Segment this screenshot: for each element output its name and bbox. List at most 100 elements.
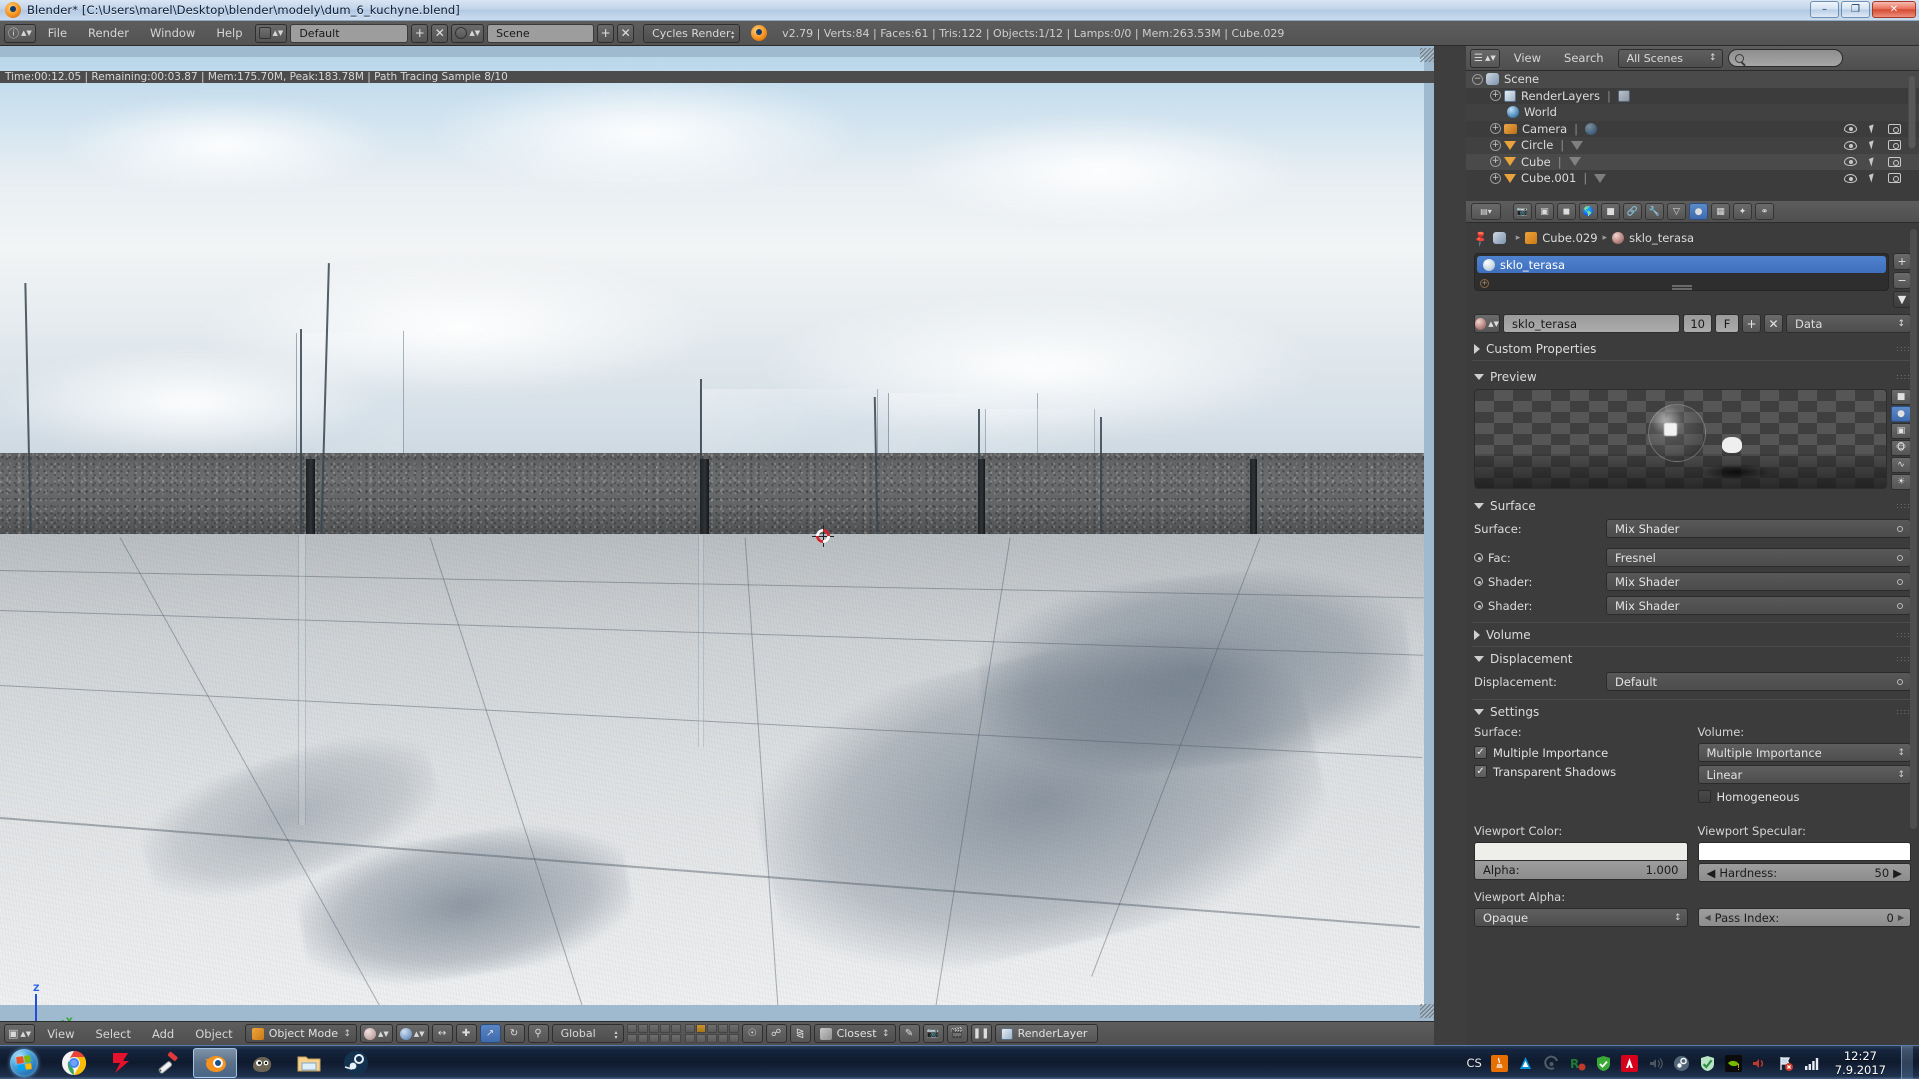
nvidia-icon[interactable]: ! [1724, 1054, 1742, 1072]
fac-dropdown[interactable]: Fresnel [1606, 548, 1911, 567]
shield-check-icon[interactable] [1699, 1055, 1716, 1072]
layer-block-right[interactable] [684, 1024, 739, 1043]
render-display-mode-icon[interactable]: ❚❚ [970, 1024, 992, 1043]
show-desktop-button[interactable] [1901, 1046, 1913, 1079]
cursor-select-icon[interactable] [1868, 173, 1877, 183]
transform-manipulator-toggle[interactable]: ✚ [455, 1024, 477, 1043]
expander-icon[interactable]: + [1490, 139, 1501, 151]
add-scene-button[interactable]: + [597, 23, 615, 43]
add-slot-icon[interactable]: + [1480, 279, 1489, 288]
new-material-button[interactable]: + [1742, 314, 1761, 333]
checkbox-transparent-shadows[interactable]: ✓ Transparent Shadows [1474, 762, 1688, 781]
screen-layout-browse-icon[interactable]: ▲▼ [254, 23, 288, 43]
tab-scene[interactable]: ◼ [1557, 203, 1576, 220]
outliner-row-scene[interactable]: − Scene [1466, 71, 1919, 88]
browse-material-button[interactable]: ▲▼ [1474, 314, 1500, 333]
minimize-button[interactable]: – [1810, 1, 1839, 18]
panel-grip-dots[interactable]: :::: [1896, 501, 1911, 510]
taskbar-explorer-icon[interactable] [287, 1048, 331, 1078]
snap-magnet-icon[interactable]: ⧎ [789, 1024, 811, 1043]
editor-type-selector-info[interactable]: ⓘ ▲▼ [4, 23, 36, 43]
preview-hair-button[interactable]: ∿ [1891, 457, 1911, 473]
tab-modifiers[interactable]: 🔧 [1645, 203, 1664, 220]
expander-icon[interactable]: + [1490, 123, 1501, 135]
outliner-row-renderlayers[interactable]: + RenderLayers | [1466, 88, 1919, 105]
outliner-row-toggles[interactable] [1844, 156, 1901, 167]
outliner-row-camera[interactable]: + Camera | [1466, 121, 1919, 138]
delete-scene-button[interactable]: ✕ [617, 23, 635, 43]
opengl-render-icon[interactable]: ✎ [898, 1024, 920, 1043]
menu-file[interactable]: File [39, 24, 76, 43]
outliner-menu-search[interactable]: Search [1555, 51, 1613, 65]
cursor-select-icon[interactable] [1868, 140, 1877, 150]
tab-object-data[interactable]: ▽ [1667, 203, 1686, 220]
autodesk-icon[interactable] [1517, 1055, 1534, 1072]
mute-icon[interactable] [1751, 1055, 1768, 1072]
outliner-row-circle[interactable]: + Circle | [1466, 137, 1919, 154]
interaction-mode-dropdown[interactable]: Object Mode [244, 1024, 357, 1043]
outliner-row-toggles[interactable] [1844, 173, 1901, 184]
surface-shader-dropdown[interactable]: Mix Shader [1606, 519, 1911, 538]
steam-tray-icon[interactable] [1673, 1055, 1690, 1072]
shader1-dropdown[interactable]: Mix Shader [1606, 572, 1911, 591]
pivot-point-dropdown[interactable]: ▲▼ [395, 1024, 429, 1043]
taskbar-clock[interactable]: 12:27 7.9.2017 [1835, 1049, 1886, 1077]
tab-render-layers[interactable]: ▣ [1535, 203, 1554, 220]
panel-grip-dots[interactable]: :::: [1896, 707, 1911, 716]
taskbar-chrome-icon[interactable] [52, 1048, 96, 1078]
viewport-3d[interactable]: Time:00:12.05 | Remaining:00:03.87 | Mem… [0, 46, 1434, 1021]
view3d-menu-add[interactable]: Add [143, 1027, 183, 1041]
view3d-menu-select[interactable]: Select [86, 1027, 139, 1041]
unlink-material-button[interactable]: ✕ [1764, 314, 1783, 333]
expander-icon[interactable]: − [1472, 73, 1483, 85]
outliner-row-cube[interactable]: + Cube | [1466, 153, 1919, 170]
material-slot-item[interactable]: sklo_terasa [1477, 256, 1886, 273]
camera-render-icon[interactable] [1888, 173, 1901, 184]
outliner-row-cube001[interactable]: + Cube.001 | [1466, 170, 1919, 187]
transform-orientation-dropdown[interactable]: Global [551, 1024, 624, 1043]
tab-material[interactable]: ● [1689, 203, 1708, 220]
expander-icon[interactable]: + [1490, 156, 1501, 168]
checkbox-multiple-importance[interactable]: ✓ Multiple Importance [1474, 743, 1688, 762]
viewport-shading-dropdown[interactable]: ▲▼ [360, 1024, 393, 1043]
network-signal-icon[interactable] [1803, 1055, 1820, 1072]
tab-object[interactable]: ■ [1601, 203, 1620, 220]
remove-material-slot-button[interactable]: − [1893, 272, 1911, 289]
checkbox-icon[interactable]: ✓ [1474, 746, 1487, 759]
snap-element-dropdown[interactable]: Closest [813, 1024, 896, 1043]
manipulate-center-points-toggle[interactable]: ↔ [431, 1024, 453, 1043]
material-specials-menu-button[interactable]: ▼ [1893, 291, 1911, 308]
restore-button[interactable]: ❐ [1841, 1, 1870, 18]
expander-icon[interactable]: + [1490, 90, 1501, 102]
taskbar-blender-icon[interactable] [193, 1047, 237, 1078]
adobe-icon[interactable] [1620, 1054, 1638, 1072]
taskbar-steam-icon[interactable] [334, 1048, 378, 1078]
viewport-corner-handle[interactable] [1420, 1004, 1434, 1018]
node-input-icon[interactable] [1474, 601, 1483, 610]
tab-constraints[interactable]: 🔗 [1623, 203, 1642, 220]
breadcrumb-object[interactable]: Cube.029 [1542, 231, 1597, 245]
java-icon[interactable] [1490, 1054, 1508, 1072]
panel-custom-properties[interactable]: Custom Properties :::: [1466, 339, 1919, 358]
breadcrumb-material[interactable]: sklo_terasa [1629, 231, 1694, 245]
add-material-slot-button[interactable]: + [1893, 253, 1911, 270]
outliner-menu-view[interactable]: View [1505, 51, 1550, 65]
panel-grip-dots[interactable]: :::: [1896, 654, 1911, 663]
preview-render-image[interactable] [1474, 389, 1887, 489]
outliner-display-mode-dropdown[interactable]: All Scenes [1617, 48, 1723, 68]
preview-sphere-button[interactable]: ● [1891, 406, 1911, 422]
scale-manipulator-toggle[interactable]: ⚲ [527, 1024, 549, 1043]
cursor-select-icon[interactable] [1868, 124, 1877, 134]
action-center-flag-icon[interactable] [1777, 1055, 1794, 1072]
fake-user-button[interactable]: F [1715, 314, 1739, 333]
panel-volume[interactable]: Volume :::: [1466, 625, 1919, 644]
taskbar-gimp-icon[interactable] [240, 1048, 284, 1078]
outliner-tree[interactable]: − Scene + RenderLayers | World + Camera … [1466, 71, 1919, 201]
volume-sampling-dropdown[interactable]: Multiple Importance [1697, 743, 1911, 762]
panel-displacement[interactable]: Displacement :::: [1466, 649, 1919, 668]
render-animation-icon[interactable]: 🎬 [946, 1024, 968, 1043]
resize-grip[interactable] [1671, 285, 1692, 287]
viewport-corner-handle[interactable] [1420, 48, 1434, 62]
displacement-dropdown[interactable]: Default [1606, 672, 1911, 691]
tab-render[interactable]: 📷 [1513, 203, 1532, 220]
